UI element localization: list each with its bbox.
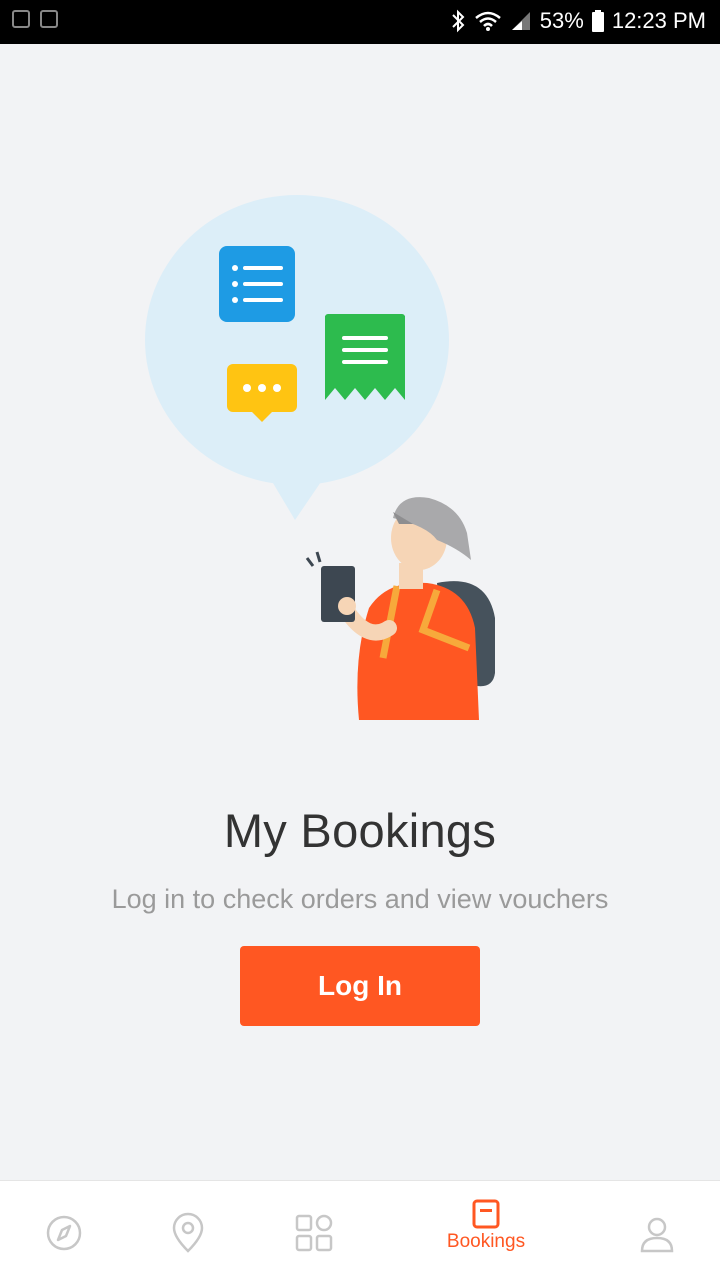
grid-icon <box>295 1214 333 1252</box>
page-title: My Bookings <box>223 804 497 857</box>
nav-item-profile[interactable] <box>634 1181 680 1280</box>
bottom-navigation: Bookings <box>0 1180 720 1280</box>
nav-item-categories[interactable] <box>290 1181 338 1280</box>
battery-percent: 53% <box>539 8 584 33</box>
login-button[interactable]: Log In <box>240 946 480 1026</box>
nav-item-bookings[interactable]: Bookings <box>430 1181 542 1280</box>
status-icons: 53% 12:23 PM <box>450 8 706 34</box>
notification-icon <box>12 10 30 28</box>
nav-item-nearby[interactable] <box>168 1181 208 1280</box>
notification-icons <box>12 10 58 28</box>
bluetooth-icon <box>452 9 465 33</box>
location-pin-icon <box>172 1212 204 1253</box>
page-subtitle: Log in to check orders and view vouchers <box>111 884 609 914</box>
compass-icon <box>46 1215 82 1251</box>
clock: 12:23 PM <box>611 8 706 33</box>
nav-item-explore[interactable] <box>40 1181 88 1280</box>
status-bar: 53% 12:23 PM <box>0 0 720 44</box>
notification-icon <box>40 10 58 28</box>
profile-icon <box>640 1217 674 1253</box>
nav-label-bookings: Bookings <box>446 1231 526 1252</box>
signal-icon <box>511 12 530 30</box>
bookings-illustration <box>145 195 495 720</box>
battery-icon <box>591 10 604 32</box>
wifi-icon <box>474 11 501 31</box>
bookings-icon <box>472 1199 500 1229</box>
